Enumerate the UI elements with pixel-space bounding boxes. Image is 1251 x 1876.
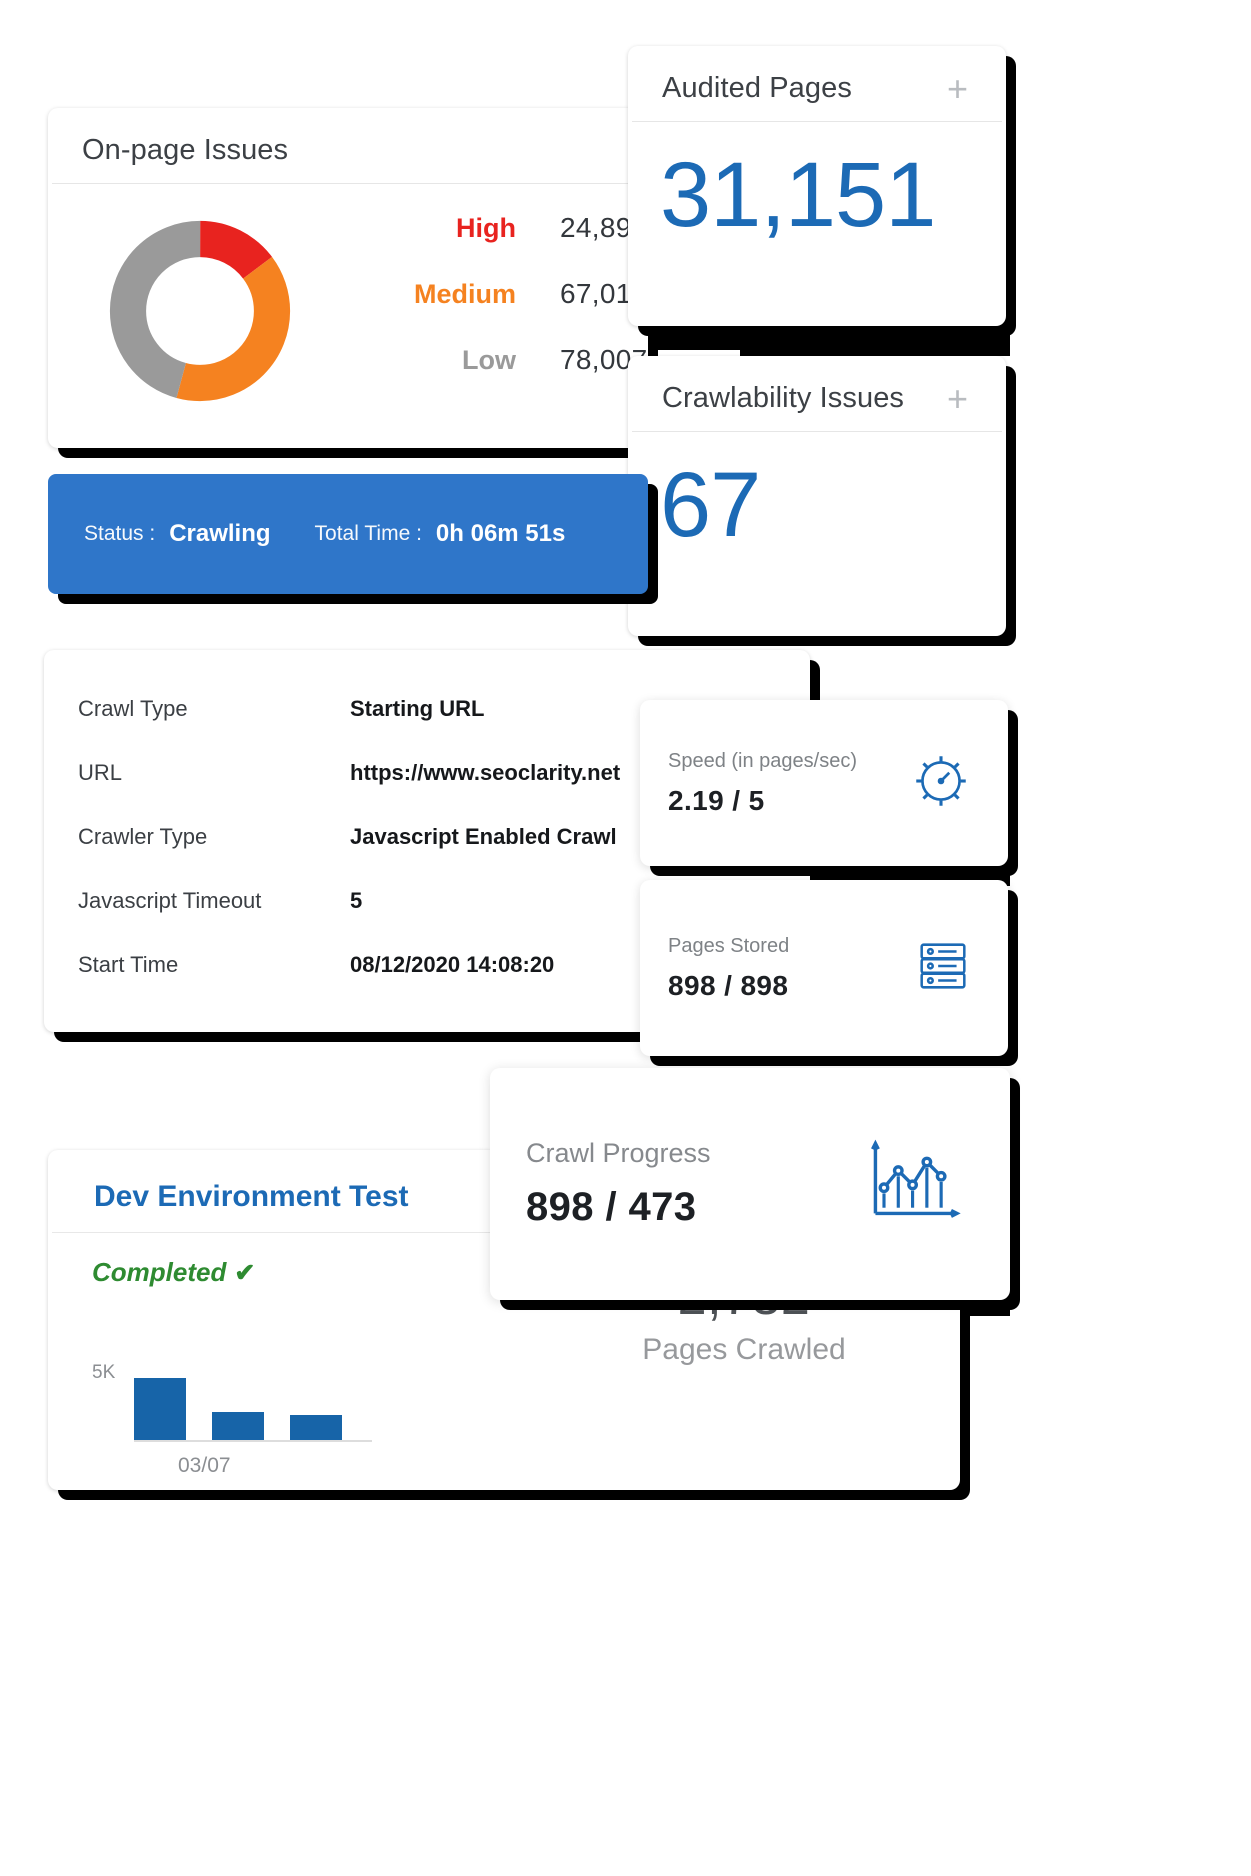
pages-crawled-label: Pages Crawled [642,1333,846,1366]
audited-pages-card: Audited Pages + 31,151 [628,46,1006,326]
crawlability-issues-title: Crawlability Issues [662,382,905,414]
speed-metric-inner: Speed (in pages/sec) 2.19 / 5 [640,700,1008,866]
crawl-progress-metric-card: Crawl Progress 898 / 473 [490,1068,1010,1300]
detail-key: Crawl Type [78,696,188,721]
check-icon: ✔ [234,1259,256,1287]
speed-label: Speed (in pages/sec) [668,749,858,772]
chart-bar [212,1412,264,1440]
detail-key: URL [78,760,123,785]
detail-key: Start Time [78,952,179,977]
plus-icon[interactable]: + [947,70,972,106]
server-icon [912,935,974,1002]
crawlability-issues-value: 67 [660,454,761,556]
detail-value: Javascript Enabled Crawl [350,824,617,849]
on-page-issues-card: On-page Issues High 24,897 Medium 67,017 [48,108,648,448]
legend-row: Medium 67,017 [346,278,647,310]
legend-row: Low 78,007 [346,344,647,376]
crawl-progress-value: 898 / 473 [526,1185,697,1229]
crawl-progress-metric-text: Crawl Progress 898 / 473 [526,1138,711,1230]
legend-row: High 24,897 [346,212,647,244]
pages-stored-value: 898 / 898 [668,969,789,1001]
plus-icon[interactable]: + [947,380,972,416]
speedometer-icon [908,748,974,819]
connector-block-2 [740,330,1010,356]
on-page-issues-body: High 24,897 Medium 67,017 Low 78,007 [48,184,648,410]
crawl-progress-label: Crawl Progress [526,1138,711,1168]
line-chart-icon [864,1136,964,1233]
pages-stored-metric-card: Pages Stored 898 / 898 [640,880,1008,1056]
status-value: Crawling [169,520,271,547]
audited-pages-header: Audited Pages + [632,46,1002,122]
dev-bar-chart: 5K [92,1322,528,1442]
dev-chart-section: Completed ✔ 5K 03/07 [48,1257,528,1478]
pages-stored-metric-inner: Pages Stored 898 / 898 [640,880,1008,1056]
total-time-label: Total Time : [314,522,422,545]
on-page-issues-legend: High 24,897 Medium 67,017 Low 78,007 [346,212,647,410]
crawlability-issues-header: Crawlability Issues + [632,356,1002,432]
detail-value: 08/12/2020 14:08:20 [350,952,555,977]
dev-status-badge: Completed ✔ [92,1257,528,1288]
on-page-issues-header: On-page Issues [52,108,644,184]
legend-label-medium: Medium [413,279,516,309]
legend-label-low: Low [462,345,516,375]
pages-stored-label: Pages Stored [668,934,790,957]
detail-value: 5 [350,888,363,913]
status-label: Status : [84,522,156,545]
total-time-value: 0h 06m 51s [435,520,566,547]
pages-stored-metric-text: Pages Stored 898 / 898 [668,935,789,1002]
chart-bars [134,1364,372,1442]
crawl-status-bar: Status : Crawling Total Time : 0h 06m 51… [48,474,648,594]
chart-y-tick-label: 5K [92,1362,116,1383]
on-page-issues-title: On-page Issues [82,134,289,166]
chart-bar [290,1415,342,1440]
audited-pages-title: Audited Pages [662,72,852,104]
detail-value: Starting URL [350,696,485,721]
dev-status-label: Completed [92,1257,227,1287]
detail-value: https://www.seoclarity.net [350,760,621,785]
chart-bar [134,1378,186,1440]
on-page-issues-donut-chart [100,216,300,406]
speed-value: 2.19 / 5 [668,784,765,816]
speed-metric-text: Speed (in pages/sec) 2.19 / 5 [668,750,857,817]
crawl-progress-metric-inner: Crawl Progress 898 / 473 [490,1068,1010,1300]
legend-label-high: High [456,213,516,243]
audited-pages-value: 31,151 [660,144,936,246]
crawlability-issues-card: Crawlability Issues + 67 [628,356,1006,636]
donut-svg [109,220,291,402]
detail-key: Javascript Timeout [78,888,262,913]
speed-metric-card: Speed (in pages/sec) 2.19 / 5 [640,700,1008,866]
chart-x-tick-label: 03/07 [178,1454,231,1477]
dashboard-stage: On-page Issues High 24,897 Medium 67,017 [0,0,1251,1876]
detail-key: Crawler Type [78,824,208,849]
